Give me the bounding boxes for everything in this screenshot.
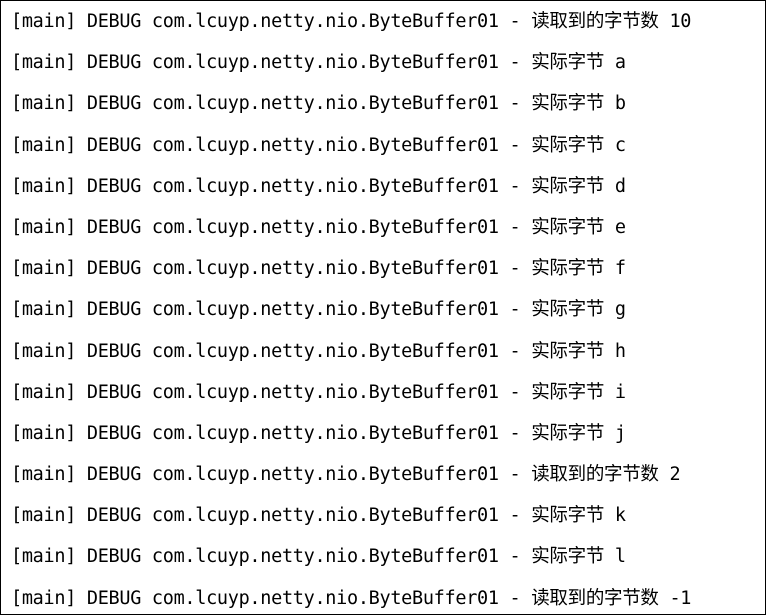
log-line: [main] DEBUG com.lcuyp.netty.nio.ByteBuf… <box>11 216 626 238</box>
log-line: [main] DEBUG com.lcuyp.netty.nio.ByteBuf… <box>11 52 626 74</box>
log-line: [main] DEBUG com.lcuyp.netty.nio.ByteBuf… <box>11 381 626 403</box>
log-list: [main] DEBUG com.lcuyp.netty.nio.ByteBuf… <box>11 1 765 614</box>
log-line: [main] DEBUG com.lcuyp.netty.nio.ByteBuf… <box>11 546 626 568</box>
log-line: [main] DEBUG com.lcuyp.netty.nio.ByteBuf… <box>11 422 626 444</box>
log-line: [main] DEBUG com.lcuyp.netty.nio.ByteBuf… <box>11 175 626 197</box>
log-line: [main] DEBUG com.lcuyp.netty.nio.ByteBuf… <box>11 340 626 362</box>
log-line: [main] DEBUG com.lcuyp.netty.nio.ByteBuf… <box>11 134 626 156</box>
log-line: [main] DEBUG com.lcuyp.netty.nio.ByteBuf… <box>11 11 692 32</box>
log-line: [main] DEBUG com.lcuyp.netty.nio.ByteBuf… <box>11 299 626 321</box>
log-line: [main] DEBUG com.lcuyp.netty.nio.ByteBuf… <box>11 464 681 486</box>
log-line: [main] DEBUG com.lcuyp.netty.nio.ByteBuf… <box>11 505 626 527</box>
log-line: [main] DEBUG com.lcuyp.netty.nio.ByteBuf… <box>11 93 626 115</box>
log-line: [main] DEBUG com.lcuyp.netty.nio.ByteBuf… <box>11 587 692 609</box>
console-output-panel: [main] DEBUG com.lcuyp.netty.nio.ByteBuf… <box>0 0 766 615</box>
log-line: [main] DEBUG com.lcuyp.netty.nio.ByteBuf… <box>11 258 626 280</box>
